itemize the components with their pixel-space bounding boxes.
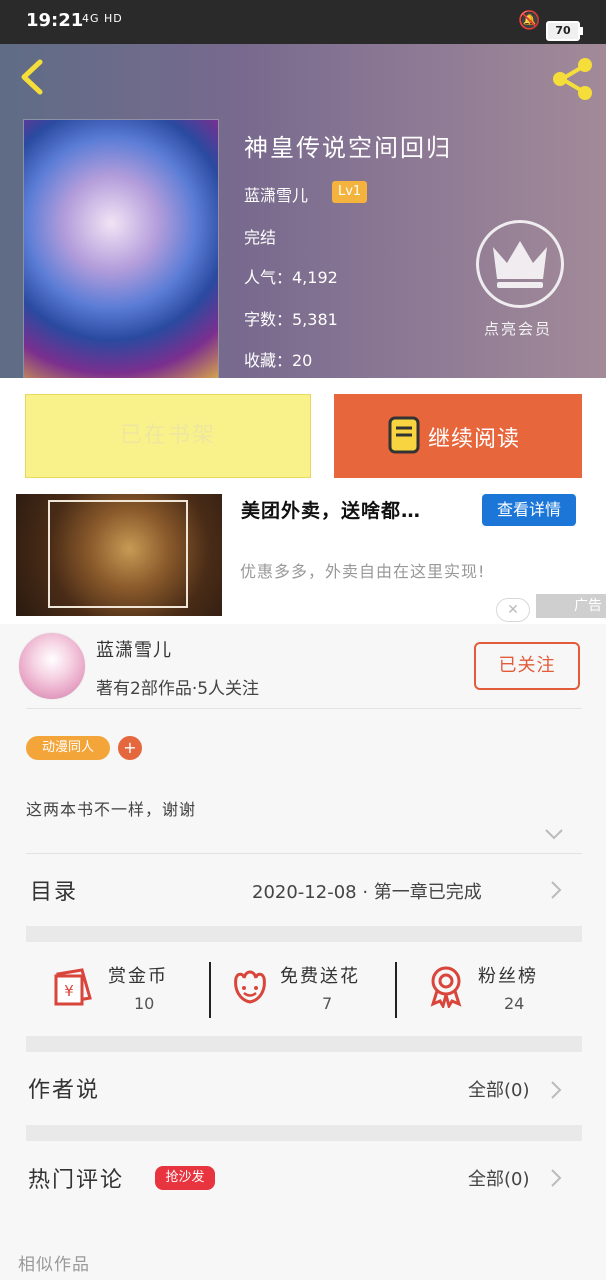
book-words: 字数：5,381	[244, 310, 338, 329]
level-badge: Lv1	[332, 181, 368, 203]
ad-image-frame	[48, 500, 188, 608]
reward-coin-value: 10	[134, 994, 155, 1013]
ad-mark: 广告	[536, 594, 606, 618]
book-favorites: 收藏：20	[244, 351, 313, 370]
hot-comments-link[interactable]: 全部(0)	[468, 1165, 530, 1191]
reward-flower-value: 7	[322, 994, 333, 1013]
status-time: 19:21	[26, 10, 84, 31]
award-icon	[430, 966, 462, 1008]
crown-icon	[493, 241, 547, 288]
share-button[interactable]	[550, 56, 596, 102]
svg-text:¥: ¥	[64, 982, 74, 1000]
book-cover[interactable]	[24, 120, 218, 378]
ad-close-button[interactable]: ✕	[496, 598, 530, 622]
follow-button[interactable]: 已关注	[474, 642, 580, 690]
book-state: 完结	[244, 228, 277, 247]
book-popularity: 人气：4,192	[244, 268, 338, 287]
reward-coin-label[interactable]: 赏金币	[108, 962, 168, 988]
sofa-badge[interactable]: 抢沙发	[155, 1166, 215, 1190]
ad-title[interactable]: 美团外卖，送啥都…	[241, 496, 421, 523]
ad-description: 优惠多多，外卖自由在这里实现!	[240, 562, 486, 581]
tag-anime-fanfic[interactable]: 动漫同人	[26, 736, 110, 760]
status-bar: 19:21 4G HD 🔕 70	[0, 0, 606, 44]
red-envelope-icon: ¥	[54, 968, 92, 1006]
reward-flower-label[interactable]: 免费送花	[280, 962, 360, 988]
vip-button[interactable]	[476, 220, 564, 308]
flower-icon	[234, 970, 266, 1004]
similar-works-label: 相似作品	[18, 1255, 90, 1275]
author-says-label[interactable]: 作者说	[28, 1072, 100, 1104]
network-indicator: 4G HD	[82, 12, 123, 25]
share-icon	[553, 58, 592, 100]
book-title: 神皇传说空间回归	[244, 134, 452, 162]
chevron-down-icon	[545, 829, 563, 840]
author-says-link[interactable]: 全部(0)	[468, 1076, 530, 1102]
battery-indicator: 70	[546, 21, 583, 41]
chevron-right-icon	[551, 1081, 562, 1099]
chevron-right-icon	[551, 1169, 562, 1187]
chevron-right-icon	[551, 881, 562, 899]
divider	[26, 853, 582, 854]
vip-label[interactable]: 点亮会员	[484, 318, 552, 339]
catalog-label[interactable]: 目录	[30, 874, 78, 906]
section-separator	[26, 1125, 582, 1141]
reward-fans-label[interactable]: 粉丝榜	[478, 962, 538, 988]
author-name[interactable]: 蓝潇雪儿	[96, 636, 172, 662]
catalog-info[interactable]: 2020-12-08 · 第一章已完成	[252, 878, 482, 904]
reward-fans-value: 24	[504, 994, 525, 1013]
author-avatar[interactable]	[18, 632, 86, 700]
divider	[395, 962, 397, 1018]
book-icon	[388, 416, 420, 454]
add-tag-button[interactable]: +	[118, 736, 142, 760]
divider	[26, 708, 582, 709]
mute-icon: 🔕	[518, 10, 541, 31]
author-stats: 著有2部作品·5人关注	[96, 679, 260, 699]
expand-button[interactable]	[544, 826, 564, 840]
continue-reading-label: 继续阅读	[428, 427, 521, 452]
section-separator	[26, 1036, 582, 1052]
section-separator	[26, 926, 582, 942]
chevron-left-icon	[21, 59, 43, 95]
divider	[209, 962, 211, 1018]
ad-details-button[interactable]: 查看详情	[482, 494, 576, 526]
book-description: 这两本书不一样，谢谢	[26, 800, 197, 819]
book-author[interactable]: 蓝潇雪儿	[244, 182, 308, 206]
in-shelf-button[interactable]: 已在书架	[25, 394, 311, 478]
continue-reading-button[interactable]: 继续阅读	[334, 394, 582, 478]
hot-comments-label[interactable]: 热门评论	[28, 1162, 124, 1194]
back-button[interactable]	[14, 56, 54, 96]
